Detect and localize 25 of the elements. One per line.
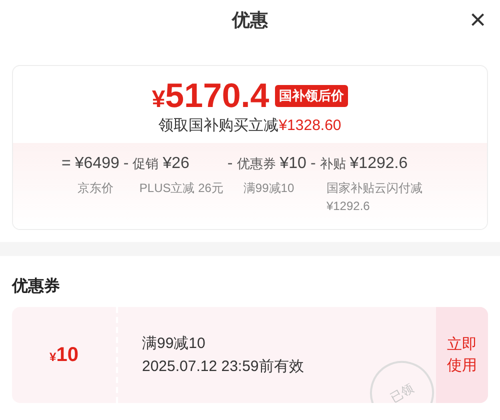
operator-sign: - <box>227 155 233 173</box>
window-title: 优惠 <box>232 9 268 32</box>
final-price: ¥5170.4 <box>152 78 270 114</box>
coupon-validity: 2025.07.12 23:59前有效 <box>142 357 305 376</box>
price-label: 优惠券 <box>236 155 276 173</box>
price-tag: 国补领后价 <box>275 85 348 107</box>
section-title: 优惠券 <box>12 278 60 295</box>
operator-sign: - <box>123 155 129 173</box>
use-now-button[interactable]: 立即使用 <box>436 307 488 403</box>
price-label: 补贴 <box>320 155 346 173</box>
price-amount: ¥6499 <box>74 155 120 173</box>
coupon-amount: ¥10 <box>50 344 78 366</box>
saving-text: 领取国补购买立减¥1328.60 <box>158 116 342 135</box>
operator-sign: = <box>62 155 71 173</box>
price-amount: ¥10 <box>280 155 306 173</box>
coupon-condition: 满99减10 <box>142 334 206 353</box>
price-note: 国家补贴云闪付减¥1292.6 <box>325 180 424 215</box>
price-note: 京东价 <box>76 180 115 197</box>
price-note: 满99减10 <box>242 180 296 197</box>
price-label: 促销 <box>132 155 159 173</box>
close-button[interactable]: × <box>466 6 490 34</box>
price-note: PLUS立减 26元 <box>138 180 224 197</box>
operator-sign: - <box>310 155 316 173</box>
price-amount: ¥26 <box>162 155 190 173</box>
price-amount: ¥1292.6 <box>350 155 408 173</box>
